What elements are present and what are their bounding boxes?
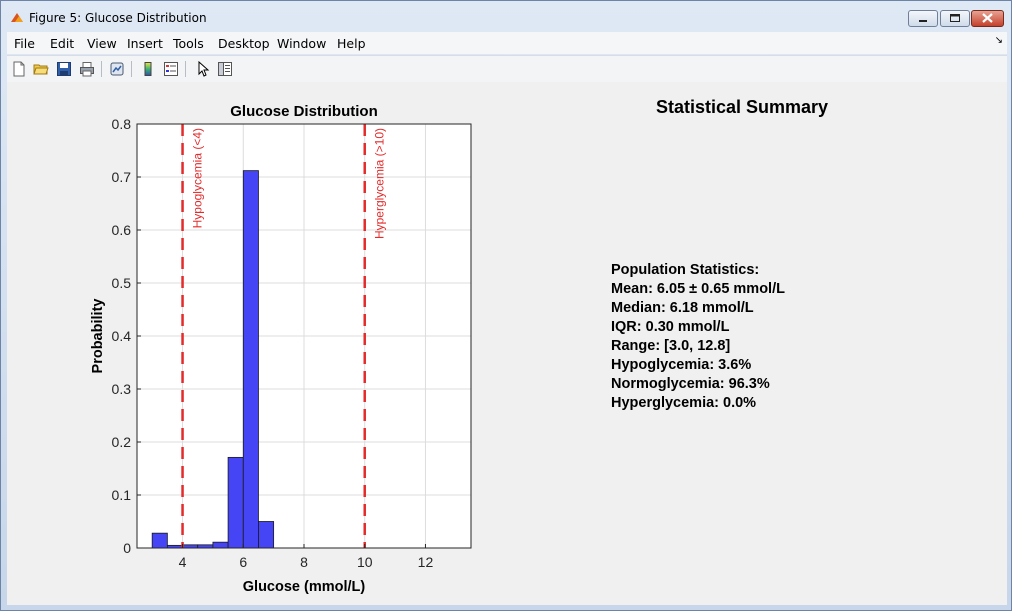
figure-window: Figure 5: Glucose Distribution File Edit… (0, 0, 1012, 611)
property-editor-icon[interactable] (217, 61, 233, 77)
y-tick-label: 0.2 (112, 434, 132, 450)
y-tick-label: 0 (123, 540, 131, 556)
x-tick-label: 12 (418, 554, 434, 570)
new-figure-icon[interactable] (11, 61, 27, 77)
histogram-chart: Glucose Distribution Hypoglycemia (<4) Hy… (90, 103, 472, 595)
menu-edit[interactable]: Edit (50, 36, 74, 51)
stats-range: Range: [3.0, 12.8] (611, 338, 731, 354)
menu-help[interactable]: Help (337, 36, 366, 51)
minimize-icon (919, 20, 927, 22)
menu-file[interactable]: File (14, 36, 35, 51)
title-bar[interactable]: Figure 5: Glucose Distribution (1, 1, 1011, 31)
y-tick-label: 0.7 (112, 169, 132, 185)
stats-median: Median: 6.18 mmol/L (611, 300, 754, 316)
summary-statistics: Population Statistics: Mean: 6.05 ± 0.65… (611, 261, 785, 413)
histogram-bar (227, 456, 244, 549)
x-tick-label: 10 (357, 554, 373, 570)
toolbar (7, 55, 1007, 83)
y-tick-label: 0.4 (112, 328, 132, 344)
chart-title: Glucose Distribution (230, 103, 378, 120)
pointer-icon[interactable] (195, 61, 211, 77)
y-axis-label: Probability (90, 299, 106, 374)
menu-bar: File Edit View Insert Tools Desktop Wind… (7, 32, 1007, 54)
y-tick-label: 0.5 (112, 275, 132, 291)
toolbar-separator (185, 61, 186, 77)
menu-window[interactable]: Window (277, 36, 326, 51)
y-tick-label: 0.1 (112, 487, 132, 503)
stats-iqr: IQR: 0.30 mmol/L (611, 319, 730, 335)
x-axis-label: Glucose (mmol/L) (243, 579, 366, 595)
x-tick-label: 4 (179, 554, 187, 570)
figure-canvas: Glucose Distribution Hypoglycemia (<4) Hy… (7, 82, 1007, 605)
menu-desktop[interactable]: Desktop (218, 36, 270, 51)
stats-normoglycemia: Normoglycemia: 96.3% (611, 376, 770, 392)
link-plot-icon[interactable] (109, 61, 125, 77)
menu-insert[interactable]: Insert (127, 36, 163, 51)
print-icon[interactable] (79, 61, 95, 77)
y-tick-label: 0.8 (112, 116, 132, 132)
menu-view[interactable]: View (87, 36, 117, 51)
close-button[interactable] (971, 10, 1004, 27)
x-tick-label: 8 (300, 554, 308, 570)
histogram-bar (151, 532, 168, 549)
toolbar-separator (131, 61, 132, 77)
threshold-label: Hypoglycemia (<4) (191, 128, 205, 228)
matlab-figure-icon (11, 13, 23, 22)
histogram-bar (242, 170, 259, 549)
y-tick-label: 0.3 (112, 381, 132, 397)
y-tick-label: 0.6 (112, 222, 132, 238)
save-icon[interactable] (56, 61, 72, 77)
dock-arrow-icon[interactable]: ↘ (995, 35, 1003, 46)
maximize-icon (950, 14, 960, 22)
open-file-icon[interactable] (33, 61, 49, 77)
summary-title: Statistical Summary (656, 97, 829, 117)
threshold-label: Hyperglycemia (>10) (373, 128, 387, 239)
toolbar-separator (101, 61, 102, 77)
histogram-bar (212, 541, 229, 549)
stats-heading: Population Statistics: (611, 262, 760, 278)
maximize-button[interactable] (940, 10, 970, 27)
histogram-bar (258, 521, 275, 549)
window-title: Figure 5: Glucose Distribution (29, 11, 207, 25)
stats-hypoglycemia: Hypoglycemia: 3.6% (611, 357, 752, 373)
stats-mean: Mean: 6.05 ± 0.65 mmol/L (611, 281, 785, 297)
close-icon (982, 13, 993, 23)
x-tick-label: 6 (239, 554, 247, 570)
legend-icon[interactable] (163, 61, 179, 77)
colorbar-icon[interactable] (140, 61, 156, 77)
minimize-button[interactable] (908, 10, 938, 27)
stats-hyperglycemia: Hyperglycemia: 0.0% (611, 395, 757, 411)
menu-tools[interactable]: Tools (173, 36, 204, 51)
